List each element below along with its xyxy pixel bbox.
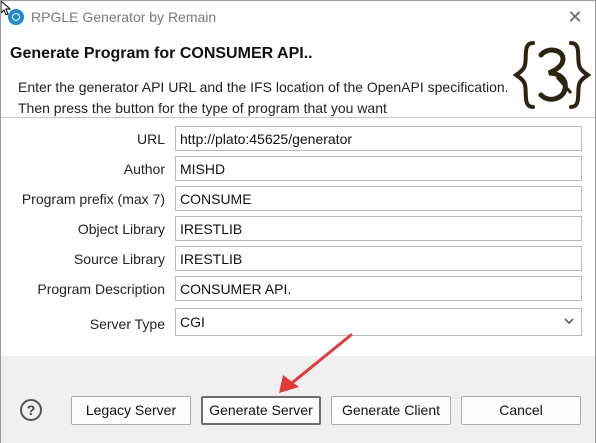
generate-client-button[interactable]: Generate Client [331, 396, 451, 425]
remain-logo-icon [513, 41, 591, 109]
author-label: Author [123, 161, 165, 177]
generator-dialog: RPGLE Generator by Remain ✕ Generate Pro… [0, 0, 596, 443]
url-input[interactable] [175, 126, 582, 151]
program-description-row: Program Description [1, 276, 595, 302]
author-row: Author [1, 156, 595, 182]
object-library-input[interactable] [175, 216, 582, 241]
dialog-header: Generate Program for CONSUMER API.. Ente… [1, 33, 595, 117]
legacy-server-button[interactable]: Legacy Server [71, 396, 191, 425]
dialog-description: Enter the generator API URL and the IFS … [18, 79, 509, 116]
author-input[interactable] [175, 156, 582, 181]
close-icon[interactable]: ✕ [567, 7, 583, 27]
server-type-row: Server Type CGI [1, 308, 595, 338]
title-bar: RPGLE Generator by Remain ✕ [1, 1, 595, 33]
object-library-label: Object Library [77, 221, 165, 237]
url-row: URL [1, 126, 595, 152]
program-description-label: Program Description [37, 281, 165, 297]
server-type-value: CGI [180, 314, 205, 330]
help-icon[interactable]: ? [20, 399, 42, 421]
dialog-heading: Generate Program for CONSUMER API.. [10, 45, 313, 62]
program-prefix-label: Program prefix (max 7) [21, 191, 165, 207]
program-prefix-input[interactable] [175, 186, 582, 211]
object-library-row: Object Library [1, 216, 595, 242]
program-prefix-row: Program prefix (max 7) [1, 186, 595, 212]
cancel-button[interactable]: Cancel [461, 396, 581, 425]
source-library-input[interactable] [175, 246, 582, 271]
window-title: RPGLE Generator by Remain [31, 9, 217, 25]
mouse-cursor-icon [1, 1, 11, 15]
source-library-label: Source Library [73, 251, 165, 267]
generator-form: URL Author Program prefix (max 7) Object… [1, 118, 595, 358]
url-label: URL [136, 131, 165, 147]
source-library-row: Source Library [1, 246, 595, 272]
generate-server-button[interactable]: Generate Server [201, 396, 321, 425]
server-type-label: Server Type [89, 316, 165, 332]
server-type-select[interactable]: CGI [175, 308, 582, 336]
dialog-footer: ? Legacy Server Generate Server Generate… [1, 356, 595, 443]
chevron-down-icon [564, 318, 574, 324]
program-description-input[interactable] [175, 276, 582, 301]
